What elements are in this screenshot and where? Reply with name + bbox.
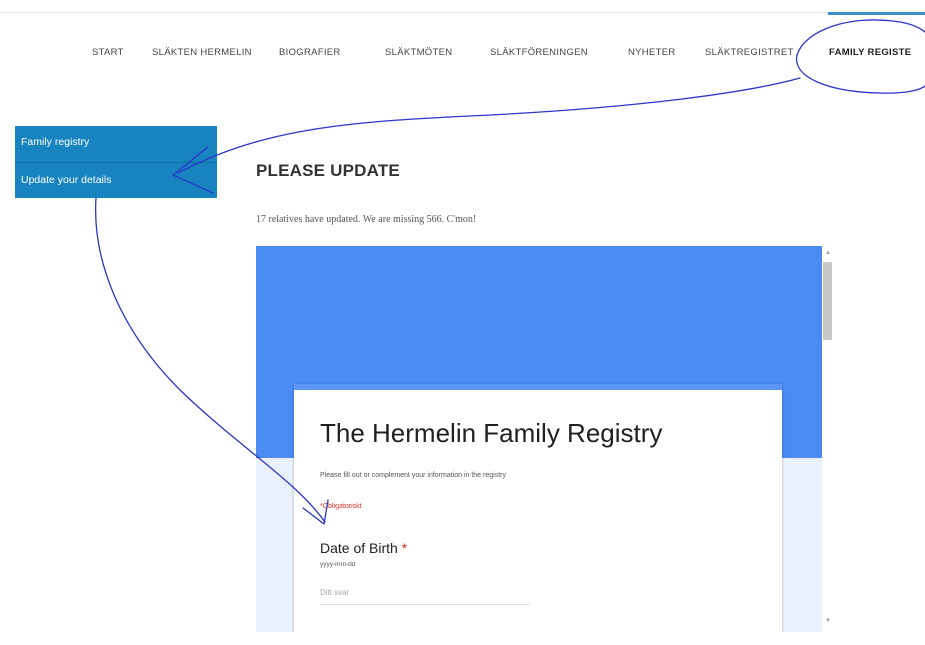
nav-item-slakten-hermelin[interactable]: SLÄKTEN HERMELIN xyxy=(152,47,252,58)
nav-item-nyheter[interactable]: NYHETER xyxy=(628,47,676,58)
annotation-circle-tail xyxy=(899,21,925,33)
form-description: Please fill out or complement your infor… xyxy=(320,472,506,479)
annotation-arrow-to-sidebar xyxy=(177,77,801,174)
scroll-up-arrow-icon[interactable]: ▲ xyxy=(825,250,831,256)
question-title: Date of Birth xyxy=(320,540,398,556)
active-nav-indicator xyxy=(828,12,925,15)
form-scrollbar[interactable]: ▲ ▼ xyxy=(822,246,834,632)
embedded-google-form[interactable]: The Hermelin Family Registry Please fill… xyxy=(256,246,822,632)
sidebar-item-family-registry[interactable]: Family registry xyxy=(21,136,89,148)
page-title: PLEASE UPDATE xyxy=(256,161,400,180)
scroll-thumb[interactable] xyxy=(823,262,832,340)
date-of-birth-input[interactable]: Ditt svar xyxy=(320,588,530,605)
sidebar-menu: Family registry Update your details xyxy=(15,126,217,198)
top-divider xyxy=(0,12,925,13)
nav-item-slaktforeningen[interactable]: SLÄKTFÖRENINGEN xyxy=(490,47,588,58)
form-card: The Hermelin Family Registry Please fill… xyxy=(294,384,782,632)
required-note: *Obligatoriskt xyxy=(320,503,362,510)
sidebar-divider xyxy=(15,162,217,163)
nav-item-family-registry[interactable]: FAMILY REGISTE xyxy=(829,47,911,58)
question-hint: yyyy-mm-dd xyxy=(320,561,356,568)
question-date-of-birth: Date of Birth * xyxy=(320,540,407,556)
page-subtitle: 17 relatives have updated. We are missin… xyxy=(256,214,477,225)
nav-item-slaktmoten[interactable]: SLÄKTMÖTEN xyxy=(385,47,452,58)
scroll-down-arrow-icon[interactable]: ▼ xyxy=(825,618,831,624)
nav-item-biografier[interactable]: BIOGRAFIER xyxy=(279,47,341,58)
nav-item-slaktregistret[interactable]: SLÄKTREGISTRET xyxy=(705,47,794,58)
main-navigation: START SLÄKTEN HERMELIN BIOGRAFIER SLÄKTM… xyxy=(0,47,925,63)
form-title: The Hermelin Family Registry xyxy=(320,418,663,448)
sidebar-item-update-details[interactable]: Update your details xyxy=(21,174,111,186)
nav-item-start[interactable]: START xyxy=(92,47,124,58)
required-asterisk: * xyxy=(401,540,408,556)
